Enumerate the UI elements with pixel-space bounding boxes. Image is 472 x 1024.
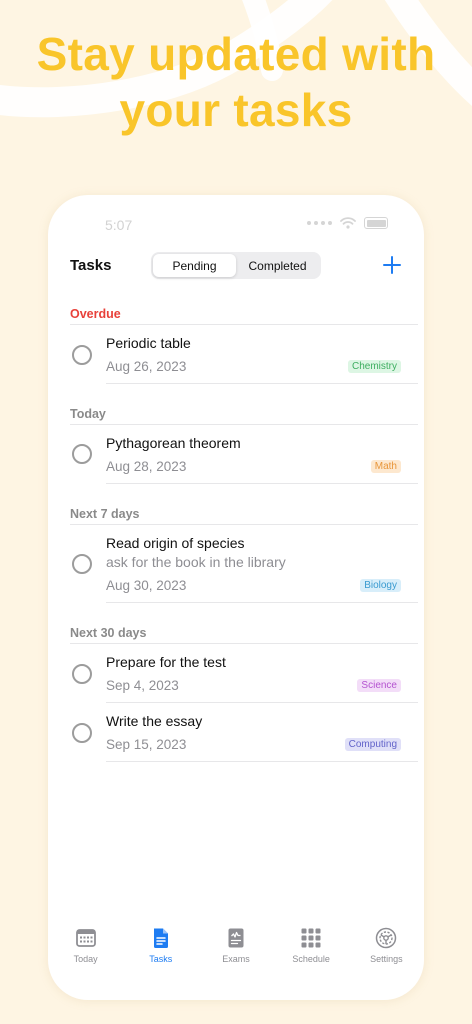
tab-schedule[interactable]: Schedule <box>274 927 349 971</box>
row-divider <box>106 383 418 384</box>
task-date: Aug 28, 2023 <box>106 459 187 474</box>
page-title: Tasks <box>70 257 112 274</box>
row-divider <box>106 483 418 484</box>
section-header-overdue: Overdue <box>70 307 121 321</box>
tab-settings[interactable]: Settings <box>349 927 424 971</box>
section-header-today: Today <box>70 407 106 421</box>
tab-label: Tasks <box>149 954 173 964</box>
task-checkbox[interactable] <box>72 664 92 684</box>
divider <box>70 324 418 325</box>
task-date: Aug 26, 2023 <box>106 359 187 374</box>
status-segmented-control: Pending Completed <box>151 252 321 279</box>
phone-screen: 5:07 Tasks Pending Completed Overdue Per… <box>48 195 424 1000</box>
task-note: ask for the book in the library <box>106 554 286 570</box>
task-title[interactable]: Periodic table <box>106 335 191 351</box>
document-icon <box>153 928 168 948</box>
headline: Stay updated with your tasks <box>0 26 472 138</box>
task-date: Sep 15, 2023 <box>106 737 187 752</box>
headline-line-1: Stay updated with <box>36 28 436 80</box>
section-header-next-7-days: Next 7 days <box>70 507 140 521</box>
task-title[interactable]: Pythagorean theorem <box>106 435 241 451</box>
wifi-icon <box>340 217 356 229</box>
tab-label: Exams <box>222 954 250 964</box>
tab-tasks[interactable]: Tasks <box>123 927 198 971</box>
task-checkbox[interactable] <box>72 723 92 743</box>
tab-label: Schedule <box>292 954 330 964</box>
calendar-icon <box>75 929 96 947</box>
headline-line-2: your tasks <box>119 84 353 136</box>
task-checkbox[interactable] <box>72 554 92 574</box>
divider <box>70 524 418 525</box>
row-divider <box>106 602 418 603</box>
gear-icon <box>376 927 397 949</box>
tab-label: Today <box>73 954 98 964</box>
grid-icon <box>301 928 321 948</box>
battery-icon <box>364 217 388 229</box>
divider <box>70 424 418 425</box>
row-divider <box>106 761 418 762</box>
task-title[interactable]: Read origin of species <box>106 535 245 551</box>
row-divider <box>106 702 418 703</box>
task-date: Sep 4, 2023 <box>106 678 179 693</box>
tag-badge: Math <box>370 460 401 473</box>
signal-icon <box>307 221 332 225</box>
plus-icon[interactable] <box>382 255 402 275</box>
tag-badge: Science <box>357 679 401 692</box>
task-date: Aug 30, 2023 <box>106 578 187 593</box>
tab-exams[interactable]: Exams <box>198 927 273 971</box>
tab-label: Settings <box>370 954 403 964</box>
segment-pending[interactable]: Pending <box>153 254 236 277</box>
exam-icon <box>228 928 244 948</box>
task-title[interactable]: Prepare for the test <box>106 654 226 670</box>
section-header-next-30-days: Next 30 days <box>70 626 147 640</box>
segment-completed[interactable]: Completed <box>236 254 319 277</box>
task-checkbox[interactable] <box>72 345 92 365</box>
task-checkbox[interactable] <box>72 444 92 464</box>
tag-badge: Chemistry <box>347 360 401 373</box>
tab-today[interactable]: Today <box>48 927 123 971</box>
tag-badge: Biology <box>360 579 401 592</box>
task-title[interactable]: Write the essay <box>106 713 202 729</box>
divider <box>70 643 418 644</box>
status-icons <box>307 217 388 229</box>
tab-bar: Today Tasks Exams Schedule Settings <box>48 927 424 971</box>
tag-badge: Computing <box>344 738 401 751</box>
status-time: 5:07 <box>105 217 133 233</box>
